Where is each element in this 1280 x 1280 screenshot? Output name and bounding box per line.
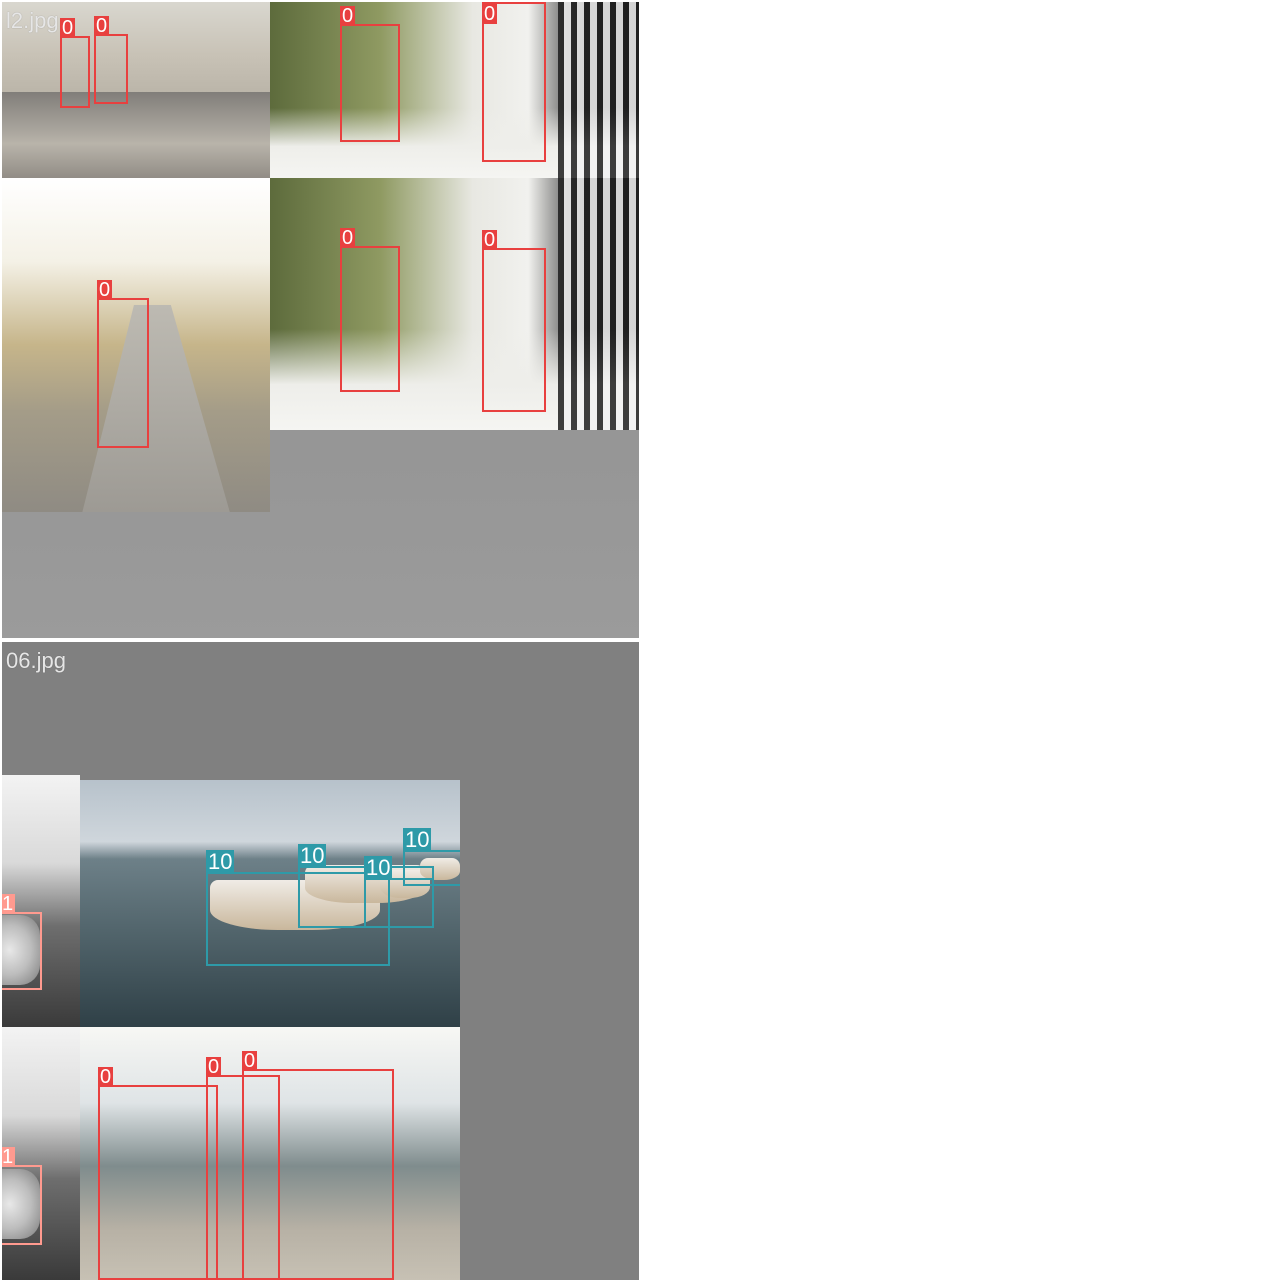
photo-trail: 0 bbox=[2, 178, 270, 512]
car-bbox: 1 bbox=[2, 894, 42, 990]
mosaic-tile-top: l2.jpg 0 0 0 0 0 0 0 bbox=[2, 2, 639, 638]
photo-runners: 0 0 0 bbox=[80, 1027, 460, 1280]
person-bbox: 0 bbox=[340, 228, 400, 392]
mosaic-tile-bottom: 06.jpg 1 10 10 10 10 1 0 0 0 bbox=[2, 642, 639, 1280]
photo-lake: 10 10 10 10 bbox=[80, 780, 460, 1027]
boat-class-label: 10 bbox=[298, 843, 327, 868]
person-bbox: 0 bbox=[340, 6, 400, 142]
person-class-label: 0 bbox=[482, 229, 498, 251]
car-class-label: 1 bbox=[2, 893, 16, 915]
person-bbox: 0 bbox=[60, 18, 90, 108]
photo-car-lower: 1 bbox=[2, 1027, 80, 1280]
photo-park-bottom: 0 0 bbox=[270, 178, 639, 430]
person-bbox: 0 bbox=[97, 280, 149, 448]
photo-park-top: 0 0 bbox=[270, 2, 639, 178]
person-bbox: 0 bbox=[482, 2, 546, 162]
person-class-label: 0 bbox=[98, 1066, 114, 1088]
person-class-label: 0 bbox=[60, 17, 76, 39]
person-class-label: 0 bbox=[340, 5, 356, 27]
person-bbox: 0 bbox=[482, 230, 546, 412]
photo-car-upper: 1 bbox=[2, 775, 80, 1027]
person-class-label: 0 bbox=[206, 1056, 222, 1078]
car-bbox: 1 bbox=[2, 1147, 42, 1245]
person-class-label: 0 bbox=[94, 15, 110, 37]
person-class-label: 0 bbox=[97, 279, 113, 301]
person-bbox: 0 bbox=[94, 16, 128, 104]
car-class-label: 1 bbox=[2, 1146, 16, 1168]
person-class-label: 0 bbox=[482, 3, 498, 25]
tile-filename: l2.jpg bbox=[6, 8, 59, 33]
person-class-label: 0 bbox=[340, 227, 356, 249]
person-bbox: 0 bbox=[98, 1067, 218, 1280]
person-bbox: 0 bbox=[242, 1051, 394, 1280]
boat-class-label: 10 bbox=[364, 855, 393, 880]
tile-filename: 06.jpg bbox=[6, 648, 66, 673]
boat-bbox: 10 bbox=[403, 828, 460, 886]
boat-class-label: 10 bbox=[403, 827, 432, 852]
person-class-label: 0 bbox=[242, 1050, 258, 1072]
boat-class-label: 10 bbox=[206, 849, 235, 874]
